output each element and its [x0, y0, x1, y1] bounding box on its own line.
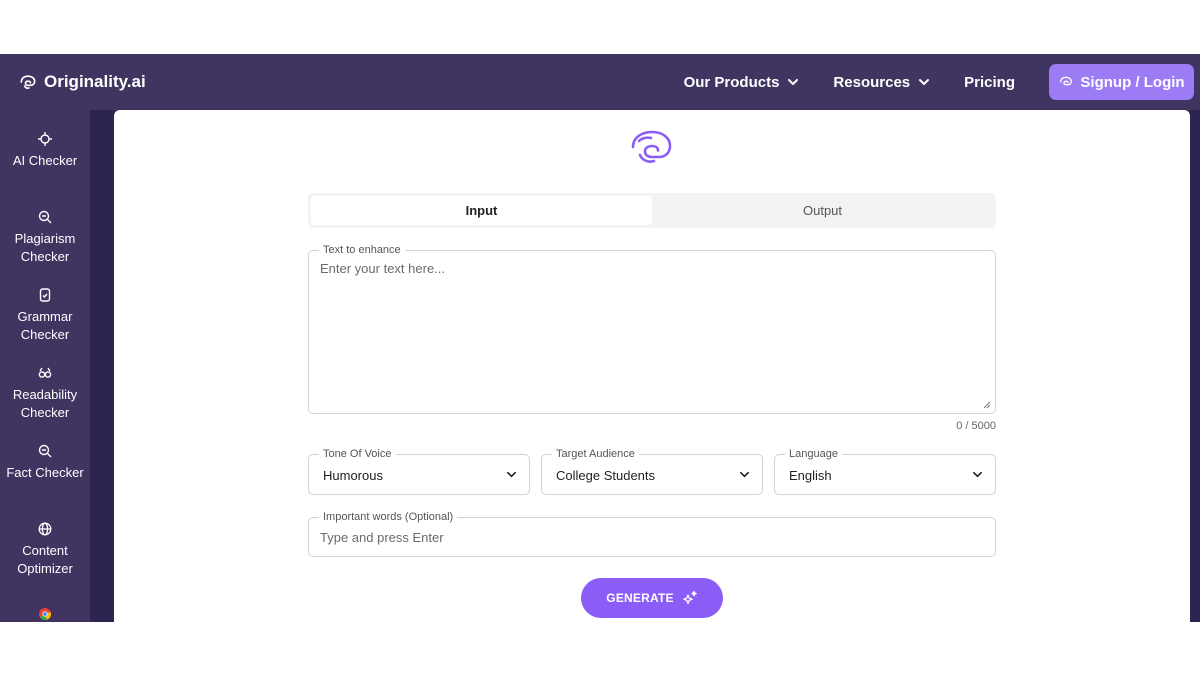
- resize-handle-icon[interactable]: [983, 401, 991, 409]
- nav-resources-label: Resources: [833, 73, 911, 91]
- sidebar-item-readability-checker[interactable]: Readability Checker: [0, 344, 90, 422]
- sidebar-item-label: Readability Checker: [12, 387, 78, 420]
- nav-pricing-label: Pricing: [964, 73, 1015, 91]
- language-label: Language: [785, 447, 842, 461]
- sidebar-item-content-optimizer[interactable]: Content Optimizer: [0, 500, 90, 578]
- target-audience-value: College Students: [556, 468, 656, 483]
- tab-input[interactable]: Input: [311, 196, 652, 225]
- target-audience-label: Target Audience: [552, 447, 639, 461]
- target-audience-select[interactable]: Target Audience College Students: [541, 447, 763, 495]
- background-pattern: [90, 110, 114, 622]
- top-navbar: Originality.ai Our Products Resources Pr…: [0, 54, 1200, 110]
- nav-our-products[interactable]: Our Products: [684, 74, 800, 91]
- sidebar-item-fact-checker[interactable]: Fact Checker: [0, 422, 90, 500]
- generate-label: GENERATE: [606, 591, 674, 605]
- language-select[interactable]: Language English: [774, 447, 996, 495]
- sidebar: AI Checker Plagiarism Checker Grammar Ch…: [0, 110, 90, 622]
- sidebar-item-ai-checker[interactable]: AI Checker: [0, 110, 90, 188]
- globe-icon: [38, 522, 52, 536]
- sidebar-item-label: Fact Checker: [6, 465, 84, 480]
- tone-of-voice-label: Tone Of Voice: [319, 447, 396, 461]
- important-words-input[interactable]: Important words (Optional) Type and pres…: [308, 510, 996, 557]
- text-to-enhance-placeholder: Enter your text here...: [320, 261, 446, 276]
- chevron-down-icon: [507, 471, 516, 478]
- important-words-placeholder: Type and press Enter: [320, 530, 444, 545]
- sidebar-item-label: AI Checker: [12, 153, 78, 168]
- important-words-label: Important words (Optional): [319, 510, 458, 524]
- chevron-down-icon: [919, 79, 930, 85]
- input-output-tabs: Input Output: [308, 193, 996, 228]
- sidebar-item-plagiarism-checker[interactable]: Plagiarism Checker: [0, 188, 90, 266]
- tone-of-voice-value: Humorous: [323, 468, 383, 483]
- app-window: Originality.ai Our Products Resources Pr…: [0, 54, 1200, 622]
- chevron-down-icon: [740, 471, 749, 478]
- main-card: Input Output Text to enhance Enter your …: [114, 110, 1190, 622]
- chevron-down-icon: [973, 471, 982, 478]
- sidebar-item-grammar-checker[interactable]: Grammar Checker: [0, 266, 90, 344]
- nav-pricing[interactable]: Pricing: [964, 74, 1015, 91]
- magnify-icon: [38, 210, 52, 224]
- sparkle-icon: [682, 590, 697, 605]
- logo[interactable]: Originality.ai: [18, 54, 146, 110]
- glasses-icon: [38, 367, 52, 378]
- sidebar-item-label: Grammar Checker: [17, 309, 73, 342]
- brain-logo-icon: [631, 130, 672, 163]
- signup-login-button[interactable]: Signup / Login: [1049, 64, 1194, 100]
- magnify-icon: [38, 444, 52, 458]
- chevron-down-icon: [788, 79, 799, 85]
- sidebar-item-label: Content Optimizer: [17, 543, 73, 576]
- brain-logo-icon: [20, 75, 36, 89]
- signup-login-label: Signup / Login: [1080, 73, 1185, 91]
- brain-icon: [1060, 76, 1073, 86]
- nav-our-products-label: Our Products: [683, 73, 780, 91]
- text-to-enhance-field[interactable]: Text to enhance Enter your text here...: [308, 243, 996, 414]
- chrome-icon[interactable]: [39, 608, 51, 620]
- language-value: English: [789, 468, 832, 483]
- target-icon: [38, 132, 52, 146]
- text-to-enhance-label: Text to enhance: [319, 243, 405, 257]
- sidebar-item-label: Plagiarism Checker: [14, 231, 76, 264]
- tone-of-voice-select[interactable]: Tone Of Voice Humorous: [308, 447, 530, 495]
- background-pattern: [1190, 110, 1200, 622]
- nav-resources[interactable]: Resources: [833, 74, 930, 91]
- tab-output[interactable]: Output: [652, 196, 993, 225]
- generate-button[interactable]: GENERATE: [581, 578, 723, 618]
- document-check-icon: [39, 288, 51, 302]
- main-nav: Our Products Resources Pricing Signup / …: [684, 54, 1200, 110]
- character-counter: 0 / 5000: [956, 420, 996, 432]
- logo-text: Originality.ai: [44, 72, 146, 91]
